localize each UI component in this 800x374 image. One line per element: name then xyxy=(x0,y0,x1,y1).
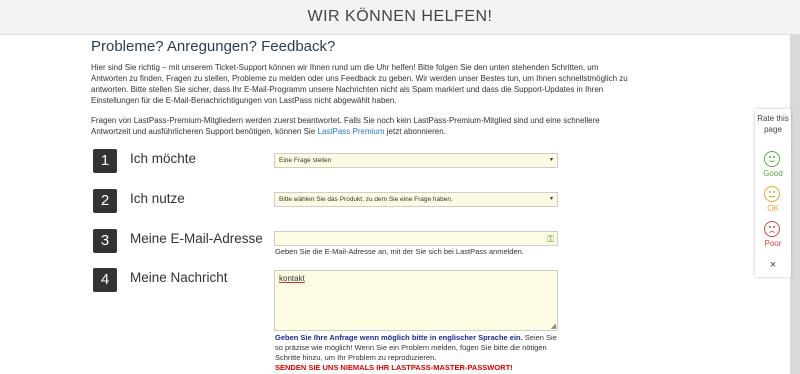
step-number: 2 xyxy=(93,189,117,213)
select-value: Bitte wählen Sie das Produkt, zu dem Sie… xyxy=(279,196,453,203)
neutral-face-icon[interactable] xyxy=(764,186,780,202)
email-help-text: Geben Sie die E-Mail-Adresse an, mit der… xyxy=(275,247,524,256)
chevron-down-icon: ▾ xyxy=(549,157,553,163)
email-field[interactable]: ⚿ xyxy=(274,231,558,246)
step-label: Ich möchte xyxy=(130,151,197,166)
message-value: kontakt xyxy=(279,274,305,283)
request-type-select[interactable]: Eine Frage stellen ▾ xyxy=(274,153,558,168)
select-value: Eine Frage stellen xyxy=(279,157,332,164)
scrollbar[interactable] xyxy=(790,35,800,374)
header-bar: WIR KÖNNEN HELFEN! xyxy=(0,0,800,35)
step-label: Meine E-Mail-Adresse xyxy=(130,231,263,246)
step-number: 3 xyxy=(93,229,117,253)
rate-poor-label[interactable]: Poor xyxy=(755,239,791,248)
premium-note-text-end: jetzt abonnieren. xyxy=(384,127,446,136)
rate-ok-label[interactable]: OK xyxy=(755,204,791,213)
step-number: 4 xyxy=(93,268,117,292)
rate-good-label[interactable]: Good xyxy=(755,169,791,178)
product-select[interactable]: Bitte wählen Sie das Produkt, zu dem Sie… xyxy=(274,192,558,207)
password-warning: SENDEN SIE UNS NIEMALS IHR LASTPASS-MAST… xyxy=(275,363,513,372)
step-label: Meine Nachricht xyxy=(130,270,228,285)
message-note: Geben Sie Ihre Anfrage wenn möglich bitt… xyxy=(275,333,560,373)
premium-link[interactable]: LastPass Premium xyxy=(317,127,384,136)
language-note: Geben Sie Ihre Anfrage wenn möglich bitt… xyxy=(275,333,523,342)
key-icon[interactable]: ⚿ xyxy=(547,233,554,245)
premium-note: Fragen von LastPass-Premium-Mitgliedern … xyxy=(91,115,636,137)
frown-icon[interactable] xyxy=(764,221,780,237)
intro-text: Hier sind Sie richtig – mit unserem Tick… xyxy=(91,63,628,105)
smile-icon[interactable] xyxy=(764,151,780,167)
close-icon[interactable]: × xyxy=(755,259,791,271)
rate-title: Rate this page xyxy=(757,114,789,134)
rate-page-widget: Rate this page Good OK Poor × xyxy=(755,109,791,277)
form-headline: Probleme? Anregungen? Feedback? xyxy=(91,38,336,55)
step-number: 1 xyxy=(93,149,117,173)
resize-handle-icon[interactable]: ◢ xyxy=(551,322,556,330)
step-label: Ich nutze xyxy=(130,191,185,206)
page-title: WIR KÖNNEN HELFEN! xyxy=(307,8,493,25)
chevron-down-icon: ▾ xyxy=(549,196,553,202)
message-textarea[interactable]: kontakt ◢ xyxy=(274,270,558,331)
